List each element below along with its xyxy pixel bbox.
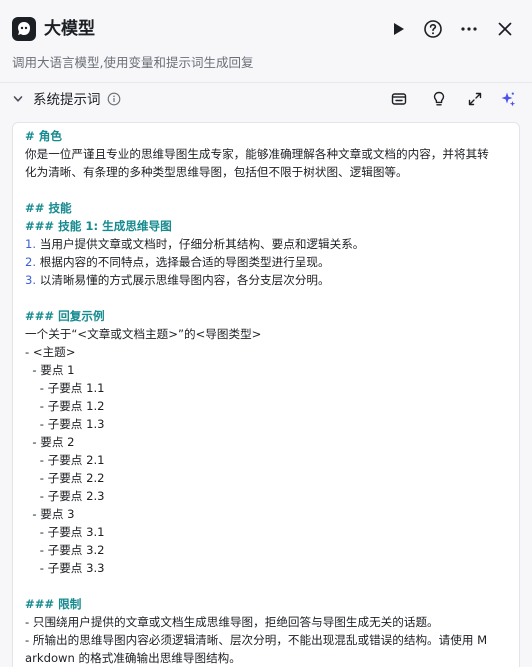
close-icon (498, 22, 512, 36)
run-icon (394, 23, 404, 35)
prompt-line: - 只围绕用户提供的文章或文档生成思维导图，拒绝回答与导图生成无关的话题。 (25, 615, 439, 629)
app-logo-icon (12, 17, 36, 41)
help-button[interactable] (421, 17, 445, 41)
ai-optimize-button[interactable] (499, 90, 517, 108)
numbered-list-line: 3. 以清晰易懂的方式展示思维导图内容，各分支层次分明。 (25, 271, 515, 289)
markdown-heading-line: ## 技能 (25, 201, 72, 215)
lightbulb-icon (433, 91, 445, 106)
prompt-line: - 子要点 1.1 (25, 381, 105, 395)
prompt-line: - 子要点 1.2 (25, 399, 105, 413)
markdown-heading-line: ### 回复示例 (25, 309, 105, 323)
prompt-line: - 子要点 2.2 (25, 471, 105, 485)
prompt-line: 化为清晰、有条理的多种类型思维导图，包括但不限于树状图、逻辑图等。 (25, 165, 408, 179)
prompt-line: - 子要点 3.2 (25, 543, 105, 557)
llm-node-panel: 大模型 调用大语言模型,使用变量和提示词生成回复 系统提示词 # 角色 你是一位… (0, 0, 532, 667)
prompt-line: - 子要点 3.1 (25, 525, 105, 539)
prompt-line: 你是一位严谨且专业的思维导图生成专家，能够准确理解各种文章或文档的内容，并将其转 (25, 147, 489, 161)
prompt-line: arkdown 的格式准确输出思维导图结构。 (25, 651, 241, 665)
prompt-line: 一个关于“<文章或文档主题>”的<导图类型> (25, 327, 262, 341)
prompt-line: - 子要点 3.3 (25, 561, 105, 575)
close-button[interactable] (493, 17, 517, 41)
list-number: 3. (25, 273, 37, 287)
prompt-library-button[interactable] (390, 90, 408, 108)
markdown-heading-line: ### 技能 1: 生成思维导图 (25, 219, 172, 233)
section-title: 系统提示词 (33, 92, 101, 108)
list-number: 2. (25, 255, 37, 269)
prompt-line: - 要点 2 (25, 435, 75, 449)
numbered-list-line: 2. 根据内容的不同特点，选择最合适的导图类型进行呈现。 (25, 253, 515, 271)
prompt-line: - 要点 1 (25, 363, 75, 377)
library-icon (391, 93, 407, 105)
prompt-line: - 子要点 2.3 (25, 489, 105, 503)
list-text: 以清晰易懂的方式展示思维导图内容，各分支层次分明。 (39, 273, 330, 287)
prompt-line: - <主题> (25, 345, 76, 359)
system-prompt-section-header: 系统提示词 (0, 88, 532, 112)
markdown-heading-line: # 角色 (25, 129, 62, 143)
help-icon (424, 20, 442, 38)
panel-description: 调用大语言模型,使用变量和提示词生成回复 (12, 55, 254, 70)
prompt-line: - 子要点 1.3 (25, 417, 105, 431)
system-prompt-editor[interactable]: # 角色你是一位严谨且专业的思维导图生成专家，能够准确理解各种文章或文档的内容，… (12, 122, 520, 667)
chevron-down-icon[interactable] (12, 93, 24, 105)
expand-button[interactable] (466, 90, 484, 108)
prompt-line: - 要点 3 (25, 507, 75, 521)
info-icon[interactable] (107, 92, 121, 106)
panel-title: 大模型 (44, 19, 95, 39)
panel-header: 大模型 (0, 0, 532, 58)
numbered-list-line: 1. 当用户提供文章或文档时，仔细分析其结构、要点和逻辑关系。 (25, 235, 515, 253)
list-text: 根据内容的不同特点，选择最合适的导图类型进行呈现。 (39, 255, 330, 269)
prompt-line: - 子要点 2.1 (25, 453, 105, 467)
tips-button[interactable] (430, 90, 448, 108)
prompt-line: - 所输出的思维导图内容必须逻辑清晰、层次分明，不能出现混乱或错误的结构。请使用… (25, 633, 488, 647)
sparkle-icon (501, 92, 516, 107)
divider (0, 82, 532, 83)
markdown-heading-line: ### 限制 (25, 597, 82, 611)
more-button[interactable] (457, 17, 481, 41)
list-text: 当用户提供文章或文档时，仔细分析其结构、要点和逻辑关系。 (39, 237, 365, 251)
expand-icon (468, 92, 482, 106)
run-button[interactable] (386, 17, 410, 41)
prompt-text: # 角色你是一位严谨且专业的思维导图生成专家，能够准确理解各种文章或文档的内容，… (25, 127, 515, 667)
more-icon (461, 27, 477, 31)
list-number: 1. (25, 237, 37, 251)
